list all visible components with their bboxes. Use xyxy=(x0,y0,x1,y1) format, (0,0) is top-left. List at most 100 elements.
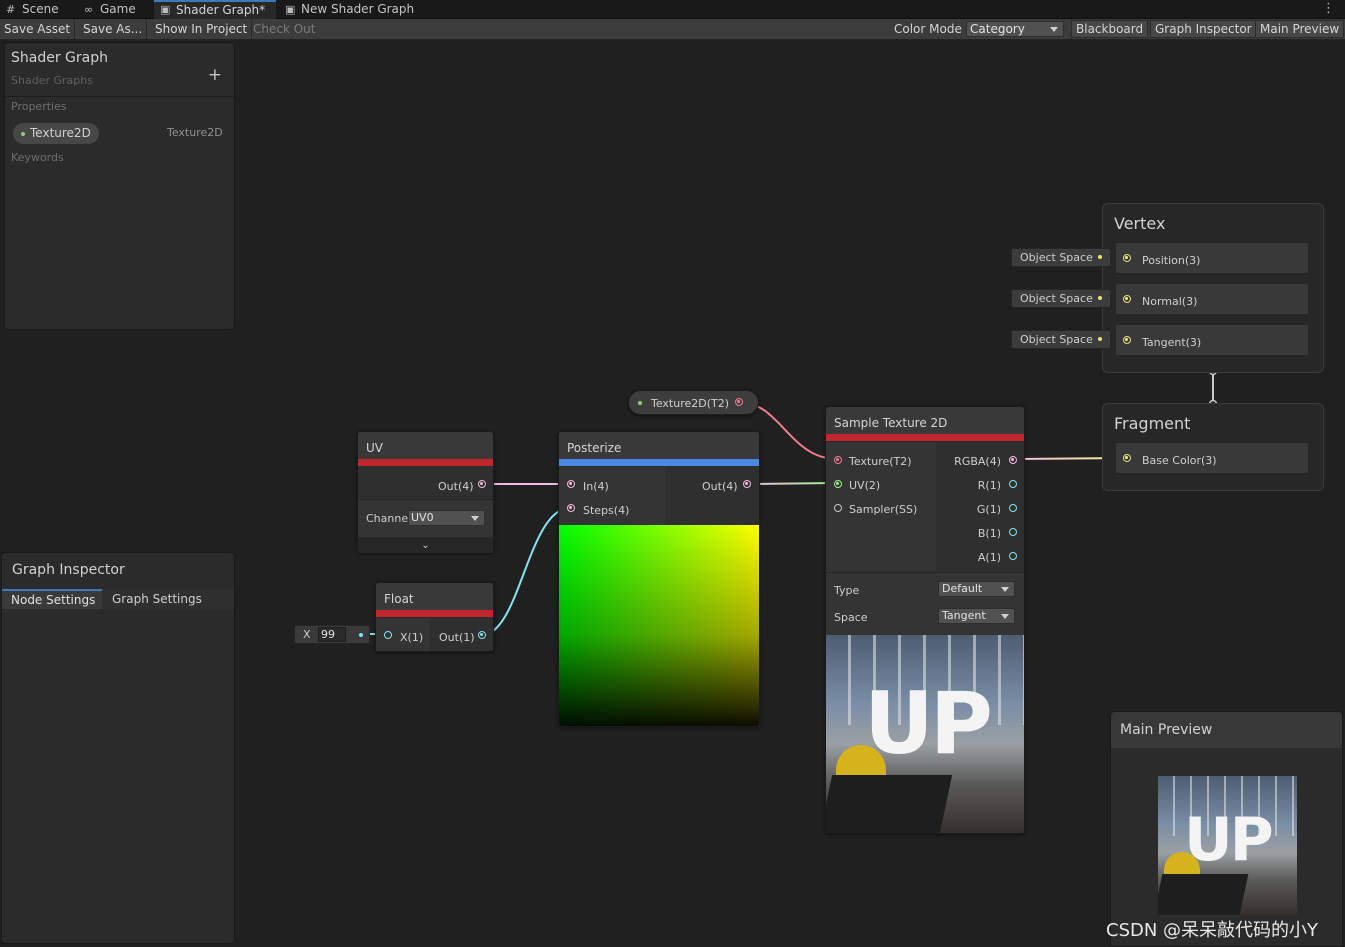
float-x-port[interactable] xyxy=(384,631,392,639)
uv-channel-dropdown[interactable]: UV0 xyxy=(408,510,485,526)
posterize-out-port[interactable] xyxy=(743,480,751,488)
tab-shader-graph[interactable]: ▣ Shader Graph* xyxy=(154,0,276,19)
property-name: Texture2D xyxy=(30,126,91,140)
sample-r-port[interactable] xyxy=(1009,480,1017,488)
field-dot-icon xyxy=(1098,255,1102,259)
float-node[interactable]: Float X(1) Out(1) xyxy=(375,582,494,652)
editor-tab-bar: # Scene ∞ Game ▣ Shader Graph* ▣ New Sha… xyxy=(0,0,1345,19)
save-asset-button[interactable]: Save Asset xyxy=(0,19,76,39)
tangent-space-value: Object Space xyxy=(1020,333,1093,346)
normal-space-value: Object Space xyxy=(1020,292,1093,305)
sample-sampler-port[interactable] xyxy=(834,504,842,512)
tangent-space-field[interactable]: Object Space xyxy=(1011,330,1111,349)
texture2d-out-port[interactable] xyxy=(735,398,743,406)
main-preview-panel[interactable]: Main Preview UP xyxy=(1110,711,1343,947)
sample-texture-2d-node[interactable]: Sample Texture 2D Texture(T2) UV(2) Samp… xyxy=(825,406,1025,834)
chevron-down-icon xyxy=(1050,27,1058,32)
uv-node[interactable]: UV Out(4) Channe UV0 ⌄ xyxy=(357,431,494,553)
main-preview-text: UP xyxy=(1184,805,1274,875)
color-mode-dropdown[interactable]: Category xyxy=(966,21,1064,37)
vertex-title: Vertex xyxy=(1114,214,1166,233)
texture2d-property-label: Texture2D(T2) xyxy=(651,397,730,410)
base-color-port[interactable] xyxy=(1123,454,1131,462)
vertex-stack: Vertex Position(3) Normal(3) Tangent(3) xyxy=(1102,203,1324,373)
tab-graph-settings[interactable]: Graph Settings xyxy=(102,589,234,609)
expand-chevron-icon[interactable]: ⌄ xyxy=(358,538,493,553)
shader-graph-icon: ▣ xyxy=(285,3,296,16)
watermark-text: CSDN @呆呆敲代码的小Y xyxy=(1106,920,1319,941)
sample-space-dropdown[interactable]: Tangent xyxy=(938,608,1015,624)
tab-scene[interactable]: # Scene xyxy=(0,0,72,19)
tab-scene-label: Scene xyxy=(22,2,59,16)
add-property-icon[interactable]: + xyxy=(208,67,222,84)
sample-b-port[interactable] xyxy=(1009,528,1017,536)
vertex-block-normal[interactable]: Normal(3) xyxy=(1115,283,1309,315)
sample-texture-port[interactable] xyxy=(834,456,842,464)
vertex-normal-port[interactable] xyxy=(1123,295,1131,303)
wire-float-to-posterize-steps xyxy=(481,507,571,636)
vertex-block-position[interactable]: Position(3) xyxy=(1115,242,1309,274)
vertex-tangent-port[interactable] xyxy=(1123,336,1131,344)
save-as-button[interactable]: Save As... xyxy=(79,19,148,39)
sample-uv-label: UV(2) xyxy=(849,479,881,492)
posterize-node-outputs xyxy=(665,467,759,525)
posterize-node[interactable]: Posterize In(4) Steps(4) Out(4) xyxy=(558,431,760,727)
main-preview-header: Main Preview xyxy=(1111,712,1342,748)
sample-type-dropdown[interactable]: Default xyxy=(938,581,1015,597)
show-in-project-button[interactable]: Show In Project xyxy=(151,19,253,39)
blackboard-toggle[interactable]: Blackboard xyxy=(1071,20,1149,38)
more-options-icon[interactable]: ⋮ xyxy=(1322,0,1335,17)
tab-new-shader-graph[interactable]: ▣ New Shader Graph xyxy=(279,0,419,19)
machine-shape xyxy=(1158,874,1249,915)
graph-inspector-title: Graph Inspector xyxy=(12,562,125,578)
vertex-position-port[interactable] xyxy=(1123,254,1131,262)
sample-preview-text: UP xyxy=(864,674,993,774)
uv-out-port[interactable] xyxy=(478,480,486,488)
field-dot-icon xyxy=(1098,337,1102,341)
fragment-block-base-color[interactable]: Base Color(3) xyxy=(1115,442,1309,474)
posterize-in-port[interactable] xyxy=(567,480,575,488)
field-dot-icon xyxy=(1098,296,1102,300)
normal-space-field[interactable]: Object Space xyxy=(1011,289,1111,308)
tab-shader-graph-label: Shader Graph* xyxy=(176,3,266,17)
float-out-label: Out(1) xyxy=(439,631,475,644)
main-preview-toggle[interactable]: Main Preview xyxy=(1255,20,1345,38)
float-x-input[interactable]: X 99 xyxy=(294,625,370,644)
check-out-button[interactable]: Check Out xyxy=(249,19,319,39)
shader-graph-icon: ▣ xyxy=(160,3,171,16)
posterize-steps-port[interactable] xyxy=(567,504,575,512)
tab-game[interactable]: ∞ Game xyxy=(78,0,153,19)
fragment-stack: Fragment Base Color(3) xyxy=(1102,403,1324,491)
color-mode-value: Category xyxy=(970,22,1025,36)
uv-channel-label: Channe xyxy=(366,512,409,525)
game-icon: ∞ xyxy=(84,3,94,16)
float-x-value[interactable]: 99 xyxy=(318,627,346,642)
tab-node-settings[interactable]: Node Settings xyxy=(2,589,102,609)
color-mode-label: Color Mode xyxy=(894,22,962,36)
sample-sampler-label: Sampler(SS) xyxy=(849,503,918,516)
sample-rgba-port[interactable] xyxy=(1009,456,1017,464)
float-out-port[interactable] xyxy=(478,631,486,639)
vertex-block-tangent[interactable]: Tangent(3) xyxy=(1115,324,1309,356)
texture2d-property-node[interactable]: Texture2D(T2) xyxy=(628,390,759,415)
graph-inspector-toggle[interactable]: Graph Inspector xyxy=(1150,20,1257,38)
blackboard-panel: Shader Graph Shader Graphs + Properties … xyxy=(4,42,235,330)
chevron-down-icon xyxy=(1001,587,1009,592)
sample-g-port[interactable] xyxy=(1009,504,1017,512)
float-field-dot-icon xyxy=(359,633,363,637)
blackboard-subtitle: Shader Graphs xyxy=(11,74,93,87)
sample-a-port[interactable] xyxy=(1009,552,1017,560)
property-texture2d[interactable]: Texture2D xyxy=(13,123,99,144)
main-preview-title: Main Preview xyxy=(1120,722,1213,738)
chevron-down-icon xyxy=(1001,614,1009,619)
divider xyxy=(5,96,234,97)
property-dot-icon xyxy=(21,132,25,136)
sample-preview-image: UP xyxy=(826,635,1024,833)
float-node-category-bar xyxy=(376,610,493,617)
uv-channel-value: UV0 xyxy=(411,511,434,524)
tab-new-shader-graph-label: New Shader Graph xyxy=(301,2,415,16)
position-space-field[interactable]: Object Space xyxy=(1011,248,1111,267)
sample-uv-port[interactable] xyxy=(834,480,842,488)
sample-rgba-label: RGBA(4) xyxy=(954,455,1001,468)
float-x-label: X xyxy=(303,628,311,641)
